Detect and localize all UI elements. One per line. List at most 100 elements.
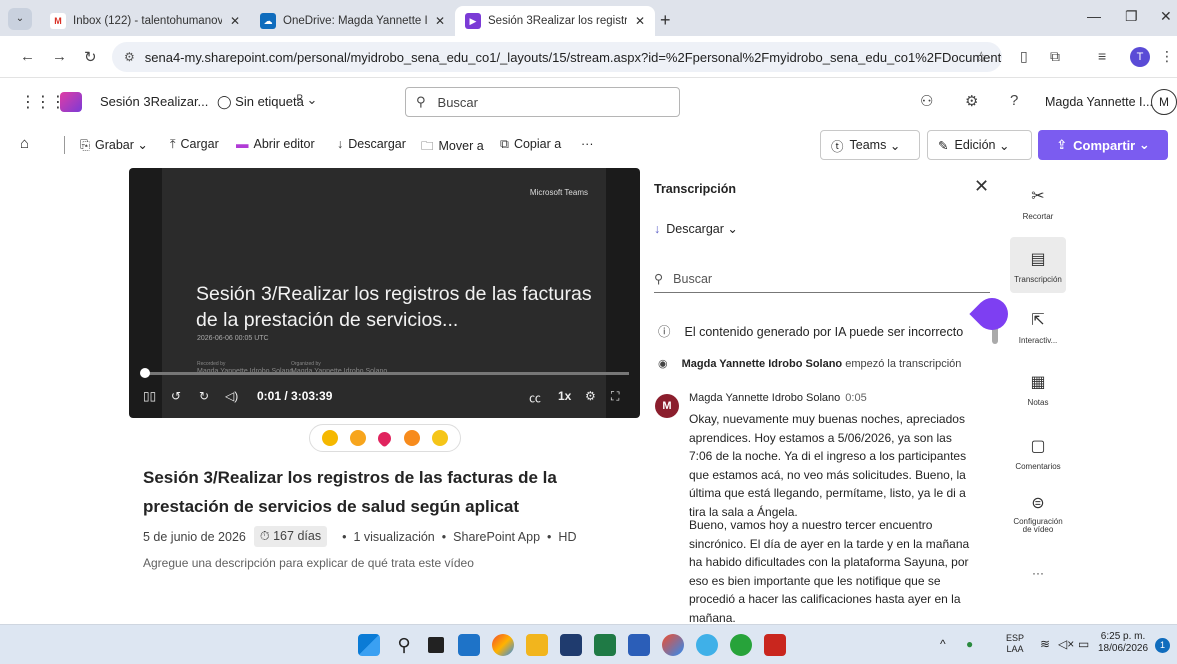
video-player[interactable]: Microsoft Teams Sesión 3/Realizar los re… [129,168,640,418]
app-green-icon[interactable] [730,634,752,656]
forward-10-icon[interactable]: ↻ [199,389,209,403]
people-icon[interactable]: ⚇ [920,92,933,110]
store-icon[interactable] [560,634,582,656]
close-icon[interactable]: ✕ [974,176,989,197]
close-icon[interactable]: ✕ [635,14,645,28]
more-commands-button[interactable]: ··· [581,137,594,151]
heart-icon[interactable] [375,428,395,448]
seek-handle[interactable] [140,368,150,378]
home-icon[interactable]: ⌂ [20,135,29,152]
acrobat-icon[interactable] [764,634,786,656]
record-button[interactable]: ⎘ Grabar ⌄ [80,137,148,153]
sensitivity-label[interactable]: ◯ Sin etiqueta [217,94,304,110]
back-icon[interactable]: ← [20,48,35,65]
user-name[interactable]: Magda Yannette I... [1045,95,1153,109]
edit-mode-button[interactable]: ✎ Edición ⌄ [927,130,1032,160]
site-info-icon[interactable]: ⚙ [124,50,135,64]
rail-interactive-label: Interactiv... [1018,336,1058,345]
extensions-icon[interactable]: ⧉ [1050,48,1060,65]
excel-icon[interactable] [594,634,616,656]
retention-badge[interactable]: ⏱ 167 días [253,526,328,547]
word-icon[interactable] [628,634,650,656]
teams-button[interactable]: ⓣ Teams ⌄ [820,130,920,160]
tab-stream[interactable]: ▶ Sesión 3Realizar los registro ✕ [455,6,655,36]
tray-chevron-icon[interactable]: ^ [940,637,946,651]
wifi-icon[interactable]: ≋ [1040,637,1050,651]
captions-icon[interactable]: ㏄ [529,389,541,406]
new-tab-icon[interactable]: + [660,10,671,31]
tab-title: OneDrive: Magda Yannette Idro [283,15,427,27]
tray-app-icon[interactable]: ● [966,637,973,651]
battery-icon[interactable]: ▭ [1078,637,1089,651]
rail-interactive[interactable]: ⇱ Interactiv... [1010,310,1066,350]
tab-onedrive[interactable]: ☁ OneDrive: Magda Yannette Idro ✕ [250,6,455,36]
gear-icon[interactable]: ⚙ [965,92,978,110]
view-count: 1 visualización [353,529,435,544]
profile-avatar[interactable]: T [1130,47,1150,67]
people-chevron-icon[interactable]: ᴿ ⌄ [297,92,317,108]
reload-icon[interactable]: ↻ [84,48,97,66]
share-button[interactable]: ⇪ Compartir ⌄ [1038,130,1168,160]
transcript-search-input[interactable]: ⚲ Buscar [654,265,990,293]
app-launcher-icon[interactable]: ⋮⋮⋮ [20,92,66,112]
rewind-10-icon[interactable]: ↺ [171,389,181,403]
chrome-profile-icon[interactable] [662,634,684,656]
rail-notes[interactable]: ▦ Notas [1010,372,1066,412]
url-field[interactable]: ⚙ sena4-my.sharepoint.com/personal/myidr… [112,42,1002,72]
chrome-icon[interactable] [492,634,514,656]
copy-button[interactable]: ⧉ Copiar a [500,137,561,152]
search-input[interactable]: ⚲ Buscar [405,87,680,117]
rail-transcript[interactable]: ▤ Transcripción [1010,237,1066,293]
menu-icon[interactable]: ⋮ [1160,48,1174,65]
playback-speed[interactable]: 1x [558,389,571,403]
cursor-sparkle-icon: ⇱ [1031,312,1045,329]
surprised-emoji-icon[interactable] [403,430,420,446]
seek-bar[interactable] [143,372,629,375]
forward-icon[interactable]: → [52,48,67,65]
rail-trim[interactable]: ✂ Recortar [1010,186,1066,228]
file-explorer-icon[interactable] [526,634,548,656]
media-icon[interactable]: ≡ [1098,48,1106,64]
upload-button[interactable]: ⤒ Cargar [170,137,219,152]
minimize-icon[interactable]: — [1087,8,1101,24]
laugh-emoji-icon[interactable] [350,430,367,446]
rail-more-button[interactable]: ··· [1010,566,1066,580]
stream-logo-icon[interactable] [60,92,82,112]
help-icon[interactable]: ? [1010,92,1018,109]
restore-icon[interactable]: ❐ [1125,8,1138,25]
user-avatar[interactable]: M [1151,89,1177,115]
clap-icon[interactable] [431,430,448,446]
search-icon[interactable]: ⚲ [393,634,415,656]
widgets-icon[interactable] [458,634,480,656]
language-indicator[interactable]: ESP LAA [1006,633,1024,655]
app-icon[interactable] [696,634,718,656]
notification-badge[interactable]: 1 [1155,638,1170,653]
rail-comments[interactable]: ▢ Comentarios [1010,436,1066,476]
transcript-download-button[interactable]: ↓ Descargar ⌄ [654,221,738,236]
download-button[interactable]: ↓ Descargar [337,137,406,151]
bookmark-star-icon[interactable]: ☆ [975,48,988,66]
system-clock[interactable]: 6:25 p. m. 18/06/2026 [1098,631,1148,655]
document-title[interactable]: Sesión 3Realizar... [100,94,208,109]
close-icon[interactable]: ✕ [435,14,445,28]
reader-icon[interactable]: ▯ [1020,48,1028,65]
fullscreen-icon[interactable]: ⛶ [611,389,619,404]
start-icon[interactable] [358,634,380,656]
tab-gmail[interactable]: M Inbox (122) - talentohumanovir ✕ [40,6,250,36]
tab-search-chevron-icon[interactable]: ⌄ [8,8,32,30]
thumbs-up-icon[interactable] [322,430,339,446]
move-button[interactable]: 🗀 Mover a [421,137,484,158]
close-icon[interactable]: ✕ [230,14,240,28]
open-editor-button[interactable]: ▬ Abrir editor [236,137,315,151]
description-field[interactable]: Agregue una descripción para explicar de… [143,556,474,570]
pause-icon[interactable]: ▯▯ [143,389,156,403]
task-view-icon[interactable] [428,637,444,653]
settings-icon[interactable]: ⚙ [585,389,596,403]
transcript-paragraph[interactable]: Bueno, vamos hoy a nuestro tercer encuen… [689,516,977,627]
speaker-timestamp[interactable]: 0:05 [845,392,866,404]
window-close-icon[interactable]: ✕ [1160,8,1172,25]
speaker-icon[interactable]: ◁× [1058,637,1074,651]
rail-video-settings[interactable]: ⊜ Configuración de vídeo [1010,496,1066,540]
transcript-paragraph[interactable]: Okay, nuevamente muy buenas noches, apre… [689,410,977,521]
volume-icon[interactable]: ◁) [225,389,238,403]
